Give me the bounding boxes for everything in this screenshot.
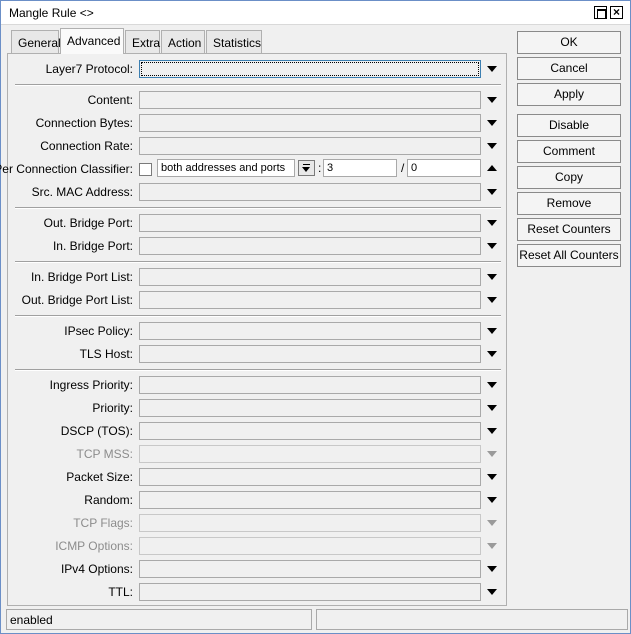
pcc-offset-field[interactable]: 0 [407,159,481,177]
icmp-options-label: ICMP Options: [55,539,133,553]
ok-button[interactable]: OK [517,31,621,54]
packet-size-label: Packet Size: [66,470,133,484]
ttl-dropdown-icon[interactable] [485,585,498,598]
priority-label: Priority: [92,401,133,415]
connection-rate-dropdown-icon[interactable] [485,139,498,152]
tls-host-dropdown-icon[interactable] [485,347,498,360]
in-bridge-port-label: In. Bridge Port: [52,239,133,253]
tab-extra[interactable]: Extra [125,30,160,53]
separator [15,315,501,317]
ipsec-policy-field[interactable] [139,322,481,340]
title-bar[interactable]: Mangle Rule <> × [1,1,630,25]
ttl-field[interactable] [139,583,481,601]
reset-all-counters-button[interactable]: Reset All Counters [517,244,621,267]
packet-size-dropdown-icon[interactable] [485,470,498,483]
ipv4-options-label: IPv4 Options: [60,562,133,576]
ipv4-options-field[interactable] [139,560,481,578]
separator [15,84,501,86]
close-icon[interactable]: × [610,6,623,19]
out-bridge-port-list-label: Out. Bridge Port List: [21,293,133,307]
ingress-priority-field[interactable] [139,376,481,394]
tab-action[interactable]: Action [161,30,205,53]
pcc-every-field[interactable]: 3 [323,159,397,177]
comment-button[interactable]: Comment [517,140,621,163]
content-label: Content: [87,93,133,107]
copy-button[interactable]: Copy [517,166,621,189]
ingress-priority-dropdown-icon[interactable] [485,378,498,391]
layer7-protocol-label: Layer7 Protocol: [45,62,133,76]
connection-bytes-dropdown-icon[interactable] [485,116,498,129]
packet-size-field[interactable] [139,468,481,486]
tab-statistics[interactable]: Statistics [206,30,262,53]
ttl-label: TTL: [108,585,133,599]
window-title: Mangle Rule <> [9,6,94,20]
ipv4-options-dropdown-icon[interactable] [485,562,498,575]
pcc-collapse-icon[interactable] [485,162,498,175]
content-field[interactable] [139,91,481,109]
pcc-slash: / [401,161,405,175]
src-mac-address-label: Src. MAC Address: [31,185,133,199]
tls-host-field[interactable] [139,345,481,363]
tcp-flags-dropdown-icon [485,516,498,529]
random-field[interactable] [139,491,481,509]
ipsec-policy-dropdown-icon[interactable] [485,324,498,337]
tcp-flags-label: TCP Flags: [73,516,133,530]
disable-button[interactable]: Disable [517,114,621,137]
random-dropdown-icon[interactable] [485,493,498,506]
tls-host-label: TLS Host: [79,347,133,361]
content-dropdown-icon[interactable] [485,93,498,106]
pcc-mode-dropdown-icon[interactable] [298,160,315,176]
out-bridge-port-dropdown-icon[interactable] [485,216,498,229]
separator [15,369,501,371]
tcp-mss-label: TCP MSS: [76,447,133,461]
pcc-mode-select[interactable]: both addresses and ports [157,159,295,177]
maximize-icon[interactable] [594,6,607,19]
pcc-negate-checkbox[interactable] [139,163,152,176]
out-bridge-port-label: Out. Bridge Port: [43,216,133,230]
pcc-colon: : [318,161,322,175]
connection-bytes-field[interactable] [139,114,481,132]
tab-advanced[interactable]: Advanced [60,28,124,54]
tcp-mss-field [139,445,481,463]
priority-field[interactable] [139,399,481,417]
ipsec-policy-label: IPsec Policy: [64,324,133,338]
tab-general[interactable]: General [11,30,61,53]
icmp-options-field [139,537,481,555]
out-bridge-port-list-field[interactable] [139,291,481,309]
layer7-protocol-dropdown-icon[interactable] [485,62,498,75]
pcc-label: Per Connection Classifier: [0,162,133,176]
connection-rate-label: Connection Rate: [40,139,133,153]
connection-bytes-label: Connection Bytes: [35,116,133,130]
in-bridge-port-list-field[interactable] [139,268,481,286]
separator [15,207,501,209]
status-right-pane [316,609,628,630]
out-bridge-port-list-dropdown-icon[interactable] [485,293,498,306]
icmp-options-dropdown-icon [485,539,498,552]
random-label: Random: [84,493,133,507]
dscp-label: DSCP (TOS): [60,424,133,438]
src-mac-address-dropdown-icon[interactable] [485,185,498,198]
tcp-mss-dropdown-icon [485,447,498,460]
mangle-rule-window: Mangle Rule <> × General Advanced Extra … [0,0,631,634]
in-bridge-port-dropdown-icon[interactable] [485,239,498,252]
in-bridge-port-list-dropdown-icon[interactable] [485,270,498,283]
layer7-protocol-field[interactable] [139,60,481,78]
src-mac-address-field[interactable] [139,183,481,201]
out-bridge-port-field[interactable] [139,214,481,232]
in-bridge-port-field[interactable] [139,237,481,255]
dscp-dropdown-icon[interactable] [485,424,498,437]
priority-dropdown-icon[interactable] [485,401,498,414]
tcp-flags-field [139,514,481,532]
reset-counters-button[interactable]: Reset Counters [517,218,621,241]
dscp-field[interactable] [139,422,481,440]
apply-button[interactable]: Apply [517,83,621,106]
in-bridge-port-list-label: In. Bridge Port List: [30,270,133,284]
separator [15,261,501,263]
status-text: enabled [6,609,312,630]
remove-button[interactable]: Remove [517,192,621,215]
ingress-priority-label: Ingress Priority: [49,378,133,392]
cancel-button[interactable]: Cancel [517,57,621,80]
connection-rate-field[interactable] [139,137,481,155]
